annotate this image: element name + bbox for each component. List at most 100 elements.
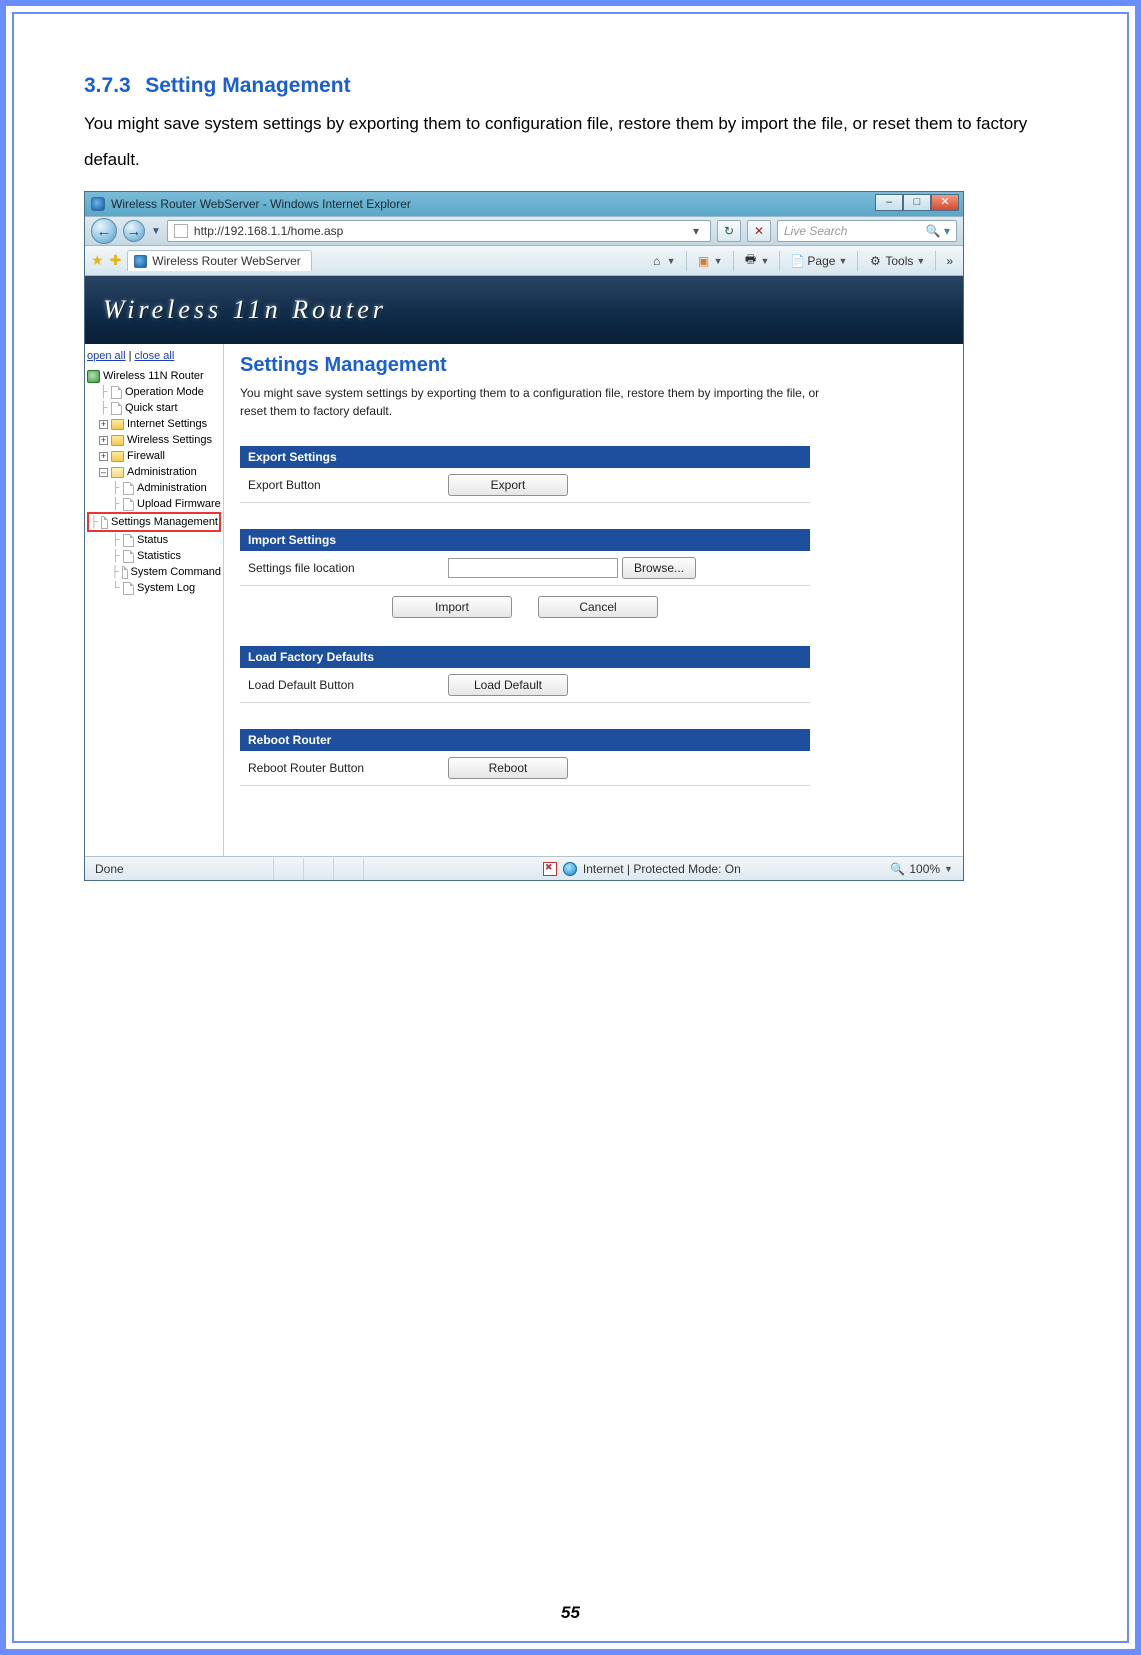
expand-plus-icon[interactable]: + [99, 452, 108, 461]
status-zone-text: Internet | Protected Mode: On [583, 862, 741, 876]
security-shield-icon [543, 862, 557, 876]
tree-item-system-command[interactable]: ├System Command [87, 564, 221, 580]
page-icon [123, 482, 134, 495]
feeds-button[interactable]: ▣▼ [693, 252, 727, 270]
home-button[interactable]: ⌂▼ [646, 252, 680, 270]
zoom-control[interactable]: 🔍 100% ▼ [890, 862, 953, 876]
rss-icon: ▣ [697, 254, 711, 268]
page-icon [111, 386, 122, 399]
tree-item-administration[interactable]: ├Administration [87, 480, 221, 496]
tree-item-system-log[interactable]: └System Log [87, 580, 221, 596]
folder-icon [111, 435, 124, 446]
tree-folder-internet-settings[interactable]: +Internet Settings [87, 416, 221, 432]
print-icon: 🖶 [744, 254, 758, 268]
panel-import-head: Import Settings [240, 529, 810, 551]
folder-icon [111, 451, 124, 462]
panel-import-settings: Import Settings Settings file location B… [240, 529, 810, 620]
tree-folder-wireless-settings[interactable]: +Wireless Settings [87, 432, 221, 448]
nav-forward-button[interactable]: → [123, 220, 145, 242]
nav-history-dropdown-icon[interactable]: ▼ [151, 226, 161, 237]
tree-item-operation-mode[interactable]: ├Operation Mode [87, 384, 221, 400]
close-button[interactable]: ✕ [931, 194, 959, 211]
add-favorite-icon[interactable]: ✚ [110, 252, 122, 269]
tree-item-upload-firmware[interactable]: ├Upload Firmware [87, 496, 221, 512]
window-title-text: Wireless Router WebServer - Windows Inte… [111, 197, 411, 211]
ie-app-icon [91, 197, 105, 211]
page-menu-icon: 📄 [790, 254, 804, 268]
spacer [240, 786, 945, 826]
panel-export-settings: Export Settings Export Button Export [240, 446, 810, 503]
toolbar-overflow[interactable]: » [942, 252, 957, 270]
favorites-center-icon[interactable]: ★ [91, 252, 104, 269]
page-number: 55 [14, 1603, 1127, 1623]
page-outer-border: 3.7.3 Setting Management You might save … [0, 0, 1141, 1655]
maximize-button[interactable]: □ [903, 194, 931, 211]
router-banner: Wireless 11n Router [85, 276, 963, 344]
search-placeholder-text: Live Search [784, 224, 847, 238]
main-content: Settings Management You might save syste… [224, 344, 963, 856]
page-body: open all | close all Wireless 11N Router… [85, 344, 963, 856]
tree-item-status[interactable]: ├Status [87, 532, 221, 548]
section-number: 3.7.3 [84, 74, 131, 97]
status-empty-cells [273, 858, 393, 880]
export-button-label: Export Button [248, 478, 448, 492]
collapse-minus-icon[interactable]: – [99, 468, 108, 477]
import-file-path-input[interactable] [448, 558, 618, 578]
tree-folder-firewall[interactable]: +Firewall [87, 448, 221, 464]
browser-tab[interactable]: Wireless Router WebServer [127, 250, 312, 271]
toolbar-separator [935, 251, 936, 271]
window-control-buttons: – □ ✕ [875, 194, 959, 211]
status-text-left: Done [95, 862, 124, 876]
router-root-icon [87, 370, 100, 383]
tree-item-quick-start[interactable]: ├Quick start [87, 400, 221, 416]
minimize-button[interactable]: – [875, 194, 903, 211]
reboot-button[interactable]: Reboot [448, 757, 568, 779]
page-favicon-icon [174, 224, 188, 238]
tree-expand-links: open all | close all [87, 348, 221, 368]
load-default-button[interactable]: Load Default [448, 674, 568, 696]
internet-zone-icon [563, 862, 577, 876]
search-icon[interactable]: 🔍 ▾ [926, 224, 950, 238]
panel-reboot-router: Reboot Router Reboot Router Button Reboo… [240, 729, 810, 786]
tree-root[interactable]: Wireless 11N Router [87, 368, 221, 384]
section-body-text: You might save system settings by export… [84, 106, 1057, 177]
home-icon: ⌂ [650, 254, 664, 268]
open-all-link[interactable]: open all [87, 350, 126, 362]
zoom-dropdown-icon[interactable]: ▼ [944, 864, 953, 874]
stop-button[interactable]: ✕ [747, 220, 771, 242]
tree-item-settings-management-selected[interactable]: ├Settings Management [87, 512, 221, 532]
page-icon [123, 550, 134, 563]
search-box[interactable]: Live Search 🔍 ▾ [777, 220, 957, 242]
print-button[interactable]: 🖶▼ [740, 252, 774, 270]
address-url-text: http://192.168.1.1/home.asp [194, 224, 343, 238]
load-default-label: Load Default Button [248, 678, 448, 692]
sidebar-tree: open all | close all Wireless 11N Router… [85, 344, 224, 856]
cancel-button[interactable]: Cancel [538, 596, 658, 618]
panel-defaults-head: Load Factory Defaults [240, 646, 810, 668]
page-icon [123, 498, 134, 511]
tree-folder-administration[interactable]: –Administration [87, 464, 221, 480]
banner-text: Wireless 11n Router [103, 295, 387, 325]
tree-item-statistics[interactable]: ├Statistics [87, 548, 221, 564]
section-title: Setting Management [145, 74, 350, 97]
tools-menu[interactable]: ⚙Tools ▼ [864, 252, 929, 270]
close-all-link[interactable]: close all [135, 350, 175, 362]
reboot-button-label: Reboot Router Button [248, 761, 448, 775]
expand-plus-icon[interactable]: + [99, 436, 108, 445]
tab-title: Wireless Router WebServer [152, 254, 301, 268]
folder-icon [111, 419, 124, 430]
expand-plus-icon[interactable]: + [99, 420, 108, 429]
page-menu[interactable]: 📄Page ▼ [786, 252, 851, 270]
address-bar[interactable]: http://192.168.1.1/home.asp ▾ [167, 220, 711, 242]
browse-button[interactable]: Browse... [622, 557, 696, 579]
import-button[interactable]: Import [392, 596, 512, 618]
content-page-title: Settings Management [240, 354, 945, 377]
page-icon [111, 402, 122, 415]
address-dropdown-icon[interactable]: ▾ [688, 224, 704, 238]
export-button[interactable]: Export [448, 474, 568, 496]
refresh-button[interactable]: ↻ [717, 220, 741, 242]
folder-open-icon [111, 467, 124, 478]
nav-back-button[interactable]: ← [91, 218, 117, 244]
toolbar-separator [686, 251, 687, 271]
page-icon [101, 516, 108, 529]
